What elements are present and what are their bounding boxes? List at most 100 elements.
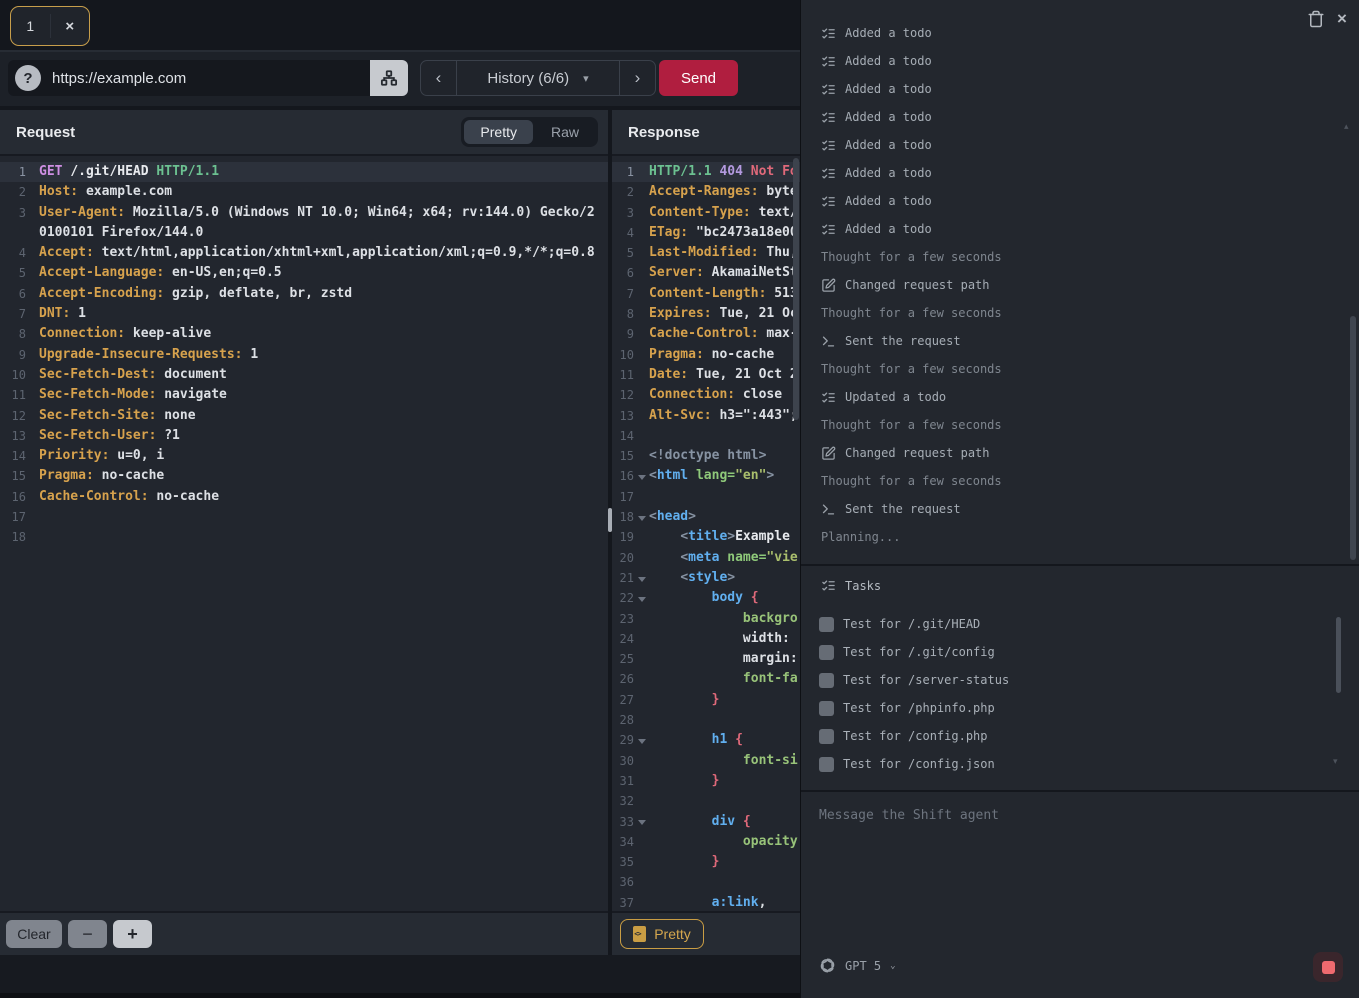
code-line[interactable]: 10Sec-Fetch-Dest: document: [0, 365, 608, 385]
code-line[interactable]: 2Host: example.com: [0, 182, 608, 202]
task-item: Test for /config.php: [801, 722, 1349, 750]
agent-log-text: Sent the request: [845, 334, 961, 348]
code-line[interactable]: 16<html lang="en">: [612, 466, 800, 486]
code-line[interactable]: 12Connection: close: [612, 385, 800, 405]
history-prev-button[interactable]: ‹: [421, 61, 456, 95]
code-line[interactable]: 37 a:link,: [612, 893, 800, 913]
history-next-button[interactable]: ›: [620, 61, 655, 95]
code-line[interactable]: 2Accept-Ranges: byte: [612, 182, 800, 202]
code-line[interactable]: 16Cache-Control: no-cache: [0, 487, 608, 507]
code-line[interactable]: 5Last-Modified: Thu,: [612, 243, 800, 263]
code-line[interactable]: 13Alt-Svc: h3=":443";: [612, 406, 800, 426]
code-line[interactable]: 21 <style>: [612, 568, 800, 588]
code-line[interactable]: 31 }: [612, 771, 800, 791]
scroll-down-icon[interactable]: ▾: [1333, 756, 1338, 767]
code-line[interactable]: 35 }: [612, 852, 800, 872]
task-checkbox[interactable]: [819, 729, 834, 744]
code-line[interactable]: 9Cache-Control: max-: [612, 324, 800, 344]
task-checkbox[interactable]: [819, 757, 834, 772]
tab-close-icon[interactable]: ×: [51, 18, 90, 35]
fold-caret-icon[interactable]: [634, 568, 649, 588]
code-line[interactable]: 17: [0, 507, 608, 527]
task-checkbox[interactable]: [819, 673, 834, 688]
fold-caret-icon[interactable]: [634, 466, 649, 486]
code-line[interactable]: 32: [612, 791, 800, 811]
code-line[interactable]: 15<!doctype html>: [612, 446, 800, 466]
send-button[interactable]: Send: [659, 60, 738, 96]
code-line[interactable]: 29 h1 {: [612, 730, 800, 750]
code-line[interactable]: 27 }: [612, 690, 800, 710]
response-scrollbar[interactable]: [793, 158, 799, 420]
code-line[interactable]: 30 font-si: [612, 751, 800, 771]
code-line[interactable]: 18: [0, 527, 608, 547]
code-line[interactable]: 8Connection: keep-alive: [0, 324, 608, 344]
increase-font-button[interactable]: +: [113, 920, 152, 948]
close-icon[interactable]: ×: [1333, 10, 1351, 28]
tab-raw[interactable]: Raw: [535, 120, 595, 144]
help-icon[interactable]: ?: [15, 65, 41, 91]
prettify-button[interactable]: Pretty: [620, 919, 704, 949]
code-line[interactable]: 33 div {: [612, 812, 800, 832]
code-line[interactable]: 8Expires: Tue, 21 Oc: [612, 304, 800, 324]
scroll-up-icon[interactable]: ▴: [1344, 121, 1349, 132]
code-line[interactable]: 18<head>: [612, 507, 800, 527]
history-dropdown[interactable]: History (6/6) ▾: [456, 61, 620, 95]
code-line[interactable]: 17: [612, 487, 800, 507]
agent-log-text: Changed request path: [845, 278, 990, 292]
clear-button[interactable]: Clear: [6, 920, 62, 948]
code-line[interactable]: 3User-Agent: Mozilla/5.0 (Windows NT 10.…: [0, 203, 608, 223]
code-line[interactable]: 4ETag: "bc2473a18e00: [612, 223, 800, 243]
code-line[interactable]: 15Pragma: no-cache: [0, 466, 608, 486]
code-line[interactable]: 14Priority: u=0, i: [0, 446, 608, 466]
code-line[interactable]: 6Server: AkamaiNetSt: [612, 263, 800, 283]
code-line[interactable]: 28: [612, 710, 800, 730]
code-line[interactable]: 4Accept: text/html,application/xhtml+xml…: [0, 243, 608, 263]
agent-activity-log[interactable]: Added a todoAdded a todoAdded a todoAdde…: [801, 28, 1349, 562]
sitemap-button[interactable]: [370, 60, 408, 96]
fold-caret-icon[interactable]: [634, 730, 649, 750]
code-line[interactable]: 0100101 Firefox/144.0: [0, 223, 608, 243]
session-tab[interactable]: 1 ×: [10, 6, 90, 46]
task-checkbox[interactable]: [819, 645, 834, 660]
code-line[interactable]: 24 width:: [612, 629, 800, 649]
code-line[interactable]: 23 backgro: [612, 609, 800, 629]
code-line[interactable]: 34 opacity: [612, 832, 800, 852]
code-line[interactable]: 19 <title>Example: [612, 527, 800, 547]
code-line[interactable]: 10Pragma: no-cache: [612, 345, 800, 365]
stop-button[interactable]: [1313, 952, 1343, 982]
trash-icon[interactable]: [1307, 10, 1325, 28]
agent-message-input[interactable]: Message the Shift agent: [801, 792, 1359, 935]
decrease-font-button[interactable]: −: [68, 920, 107, 948]
response-editor[interactable]: 1HTTP/1.1 404 Not Fo2Accept-Ranges: byte…: [612, 156, 800, 913]
code-line[interactable]: 20 <meta name="vie: [612, 548, 800, 568]
task-checkbox[interactable]: [819, 701, 834, 716]
tab-pretty[interactable]: Pretty: [464, 120, 533, 144]
code-line[interactable]: 11Sec-Fetch-Mode: navigate: [0, 385, 608, 405]
fold-caret-icon[interactable]: [634, 812, 649, 832]
code-line[interactable]: 5Accept-Language: en-US,en;q=0.5: [0, 263, 608, 283]
code-line[interactable]: 36: [612, 872, 800, 892]
task-checkbox[interactable]: [819, 617, 834, 632]
code-line[interactable]: 7Content-Length: 513: [612, 284, 800, 304]
code-line[interactable]: 6Accept-Encoding: gzip, deflate, br, zst…: [0, 284, 608, 304]
request-editor[interactable]: 1GET /.git/HEAD HTTP/1.12Host: example.c…: [0, 156, 608, 913]
code-line[interactable]: 11Date: Tue, 21 Oct 2: [612, 365, 800, 385]
code-line[interactable]: 13Sec-Fetch-User: ?1: [0, 426, 608, 446]
code-line[interactable]: 22 body {: [612, 588, 800, 608]
fold-caret-icon[interactable]: [634, 588, 649, 608]
url-input[interactable]: ? https://example.com: [8, 60, 370, 96]
code-line[interactable]: 26 font-fa: [612, 669, 800, 689]
code-line[interactable]: 7DNT: 1: [0, 304, 608, 324]
tasks-scrollbar[interactable]: [1336, 617, 1341, 693]
terminal-icon: [821, 334, 836, 349]
code-line[interactable]: 12Sec-Fetch-Site: none: [0, 406, 608, 426]
code-line[interactable]: 9Upgrade-Insecure-Requests: 1: [0, 345, 608, 365]
code-line[interactable]: 3Content-Type: text/: [612, 203, 800, 223]
code-line[interactable]: 25 margin:: [612, 649, 800, 669]
fold-caret-icon[interactable]: [634, 507, 649, 527]
code-line[interactable]: 14: [612, 426, 800, 446]
model-selector[interactable]: GPT 5 ⌄: [819, 957, 896, 974]
code-line[interactable]: 1GET /.git/HEAD HTTP/1.1: [0, 162, 608, 182]
log-scrollbar[interactable]: [1350, 316, 1356, 560]
code-line[interactable]: 1HTTP/1.1 404 Not Fo: [612, 162, 800, 182]
